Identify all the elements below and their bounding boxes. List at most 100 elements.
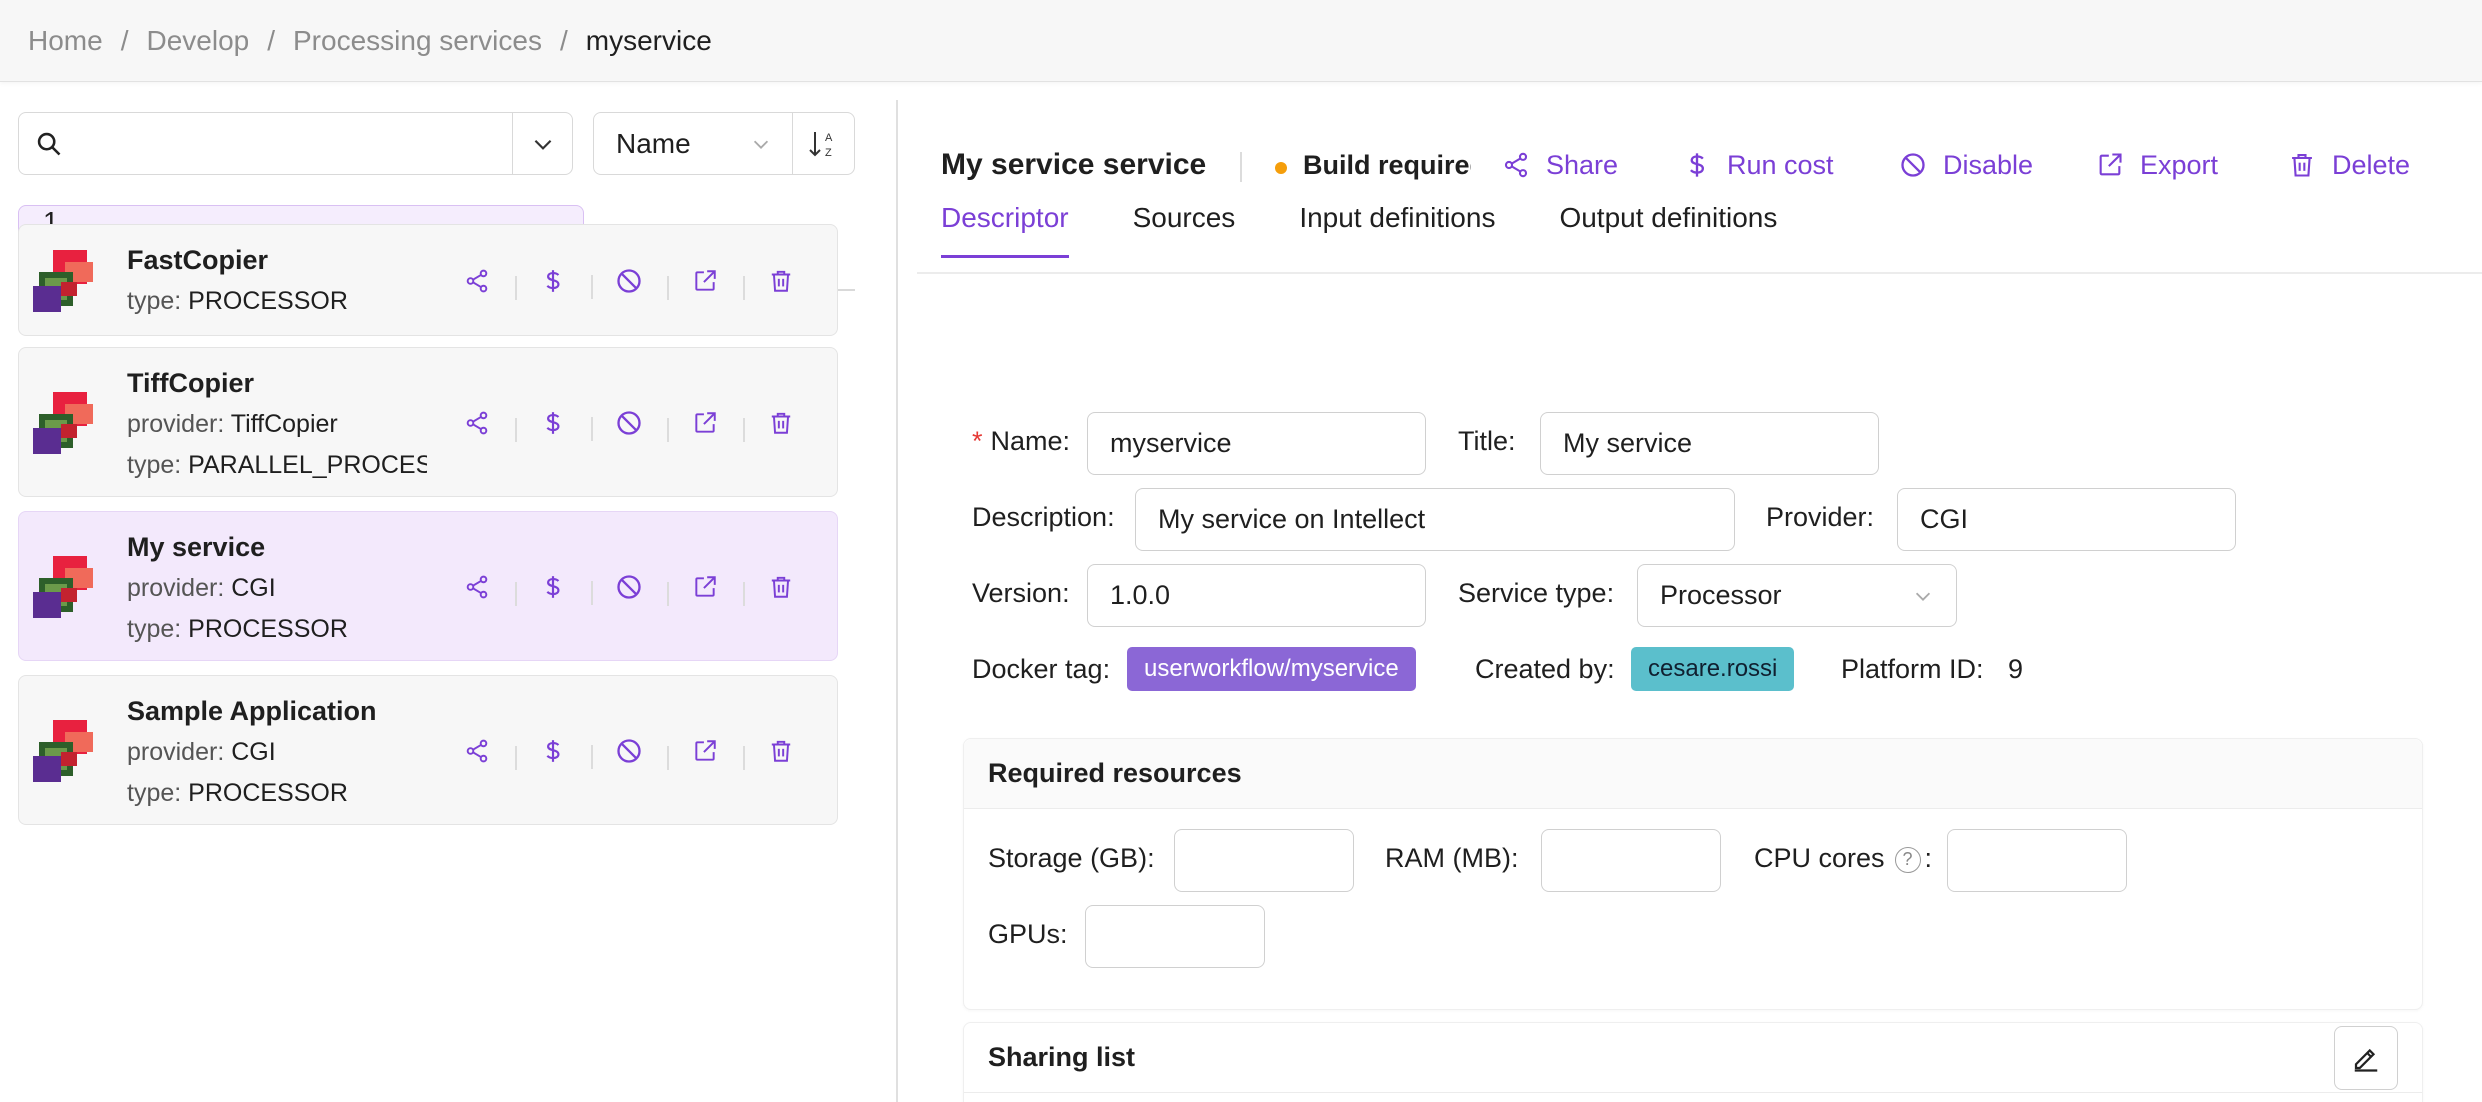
edit-sharing-button[interactable] bbox=[2334, 1026, 2398, 1090]
export-icon bbox=[695, 270, 716, 291]
item-run-cost-button[interactable] bbox=[515, 268, 591, 300]
run-cost-button[interactable]: Run cost bbox=[1683, 144, 1834, 186]
list-item[interactable]: Sample Application provider: CGI type: PRO… bbox=[18, 675, 838, 825]
breadcrumb-processing-services[interactable]: Processing services bbox=[293, 25, 542, 57]
delete-button[interactable]: Delete bbox=[2288, 144, 2410, 186]
run-cost-button-label: Run cost bbox=[1727, 149, 1834, 180]
item-actions bbox=[439, 403, 819, 443]
trash-icon bbox=[771, 576, 791, 598]
disable-icon bbox=[1901, 153, 1925, 177]
item-actions bbox=[439, 731, 819, 771]
storage-label: Storage (GB): bbox=[988, 843, 1155, 873]
ram-label: RAM (MB): bbox=[1385, 843, 1519, 873]
service-meta: type: PARALLEL_PROCESSOR bbox=[127, 451, 427, 479]
panel-resize-handle[interactable] bbox=[896, 100, 898, 1102]
service-meta: provider: TiffCopier bbox=[127, 410, 338, 438]
item-run-cost-button[interactable] bbox=[515, 410, 591, 442]
list-item[interactable]: My service provider: CGI type: PROCESSOR bbox=[18, 511, 838, 661]
breadcrumb-develop[interactable]: Develop bbox=[146, 25, 249, 57]
item-share-button[interactable] bbox=[439, 268, 515, 294]
service-meta: type: PROCESSOR bbox=[127, 287, 348, 315]
tab-descriptor[interactable]: Descriptor bbox=[941, 202, 1069, 258]
name-field[interactable]: myservice bbox=[1087, 412, 1426, 475]
dollar-icon bbox=[546, 412, 560, 434]
service-thumbnail bbox=[31, 248, 97, 314]
docker-tag-badge: userworkflow/myservice bbox=[1127, 647, 1416, 691]
export-icon bbox=[2099, 153, 2122, 176]
help-icon[interactable]: ? bbox=[1894, 846, 1921, 873]
required-resources-section: Required resources Storage (GB): RAM (MB… bbox=[963, 738, 2423, 1010]
search-icon bbox=[19, 113, 79, 174]
item-share-button[interactable] bbox=[439, 410, 515, 436]
trash-icon bbox=[2292, 154, 2312, 177]
item-delete-button[interactable] bbox=[743, 574, 819, 606]
tab-sources[interactable]: Sources bbox=[1133, 202, 1236, 258]
item-export-button[interactable] bbox=[667, 738, 743, 770]
item-actions bbox=[439, 567, 819, 607]
sort-field-select[interactable]: Name bbox=[593, 112, 793, 175]
provider-field[interactable]: CGI bbox=[1897, 488, 2236, 551]
trash-icon bbox=[771, 270, 791, 292]
share-button-label: Share bbox=[1546, 149, 1619, 180]
item-export-button[interactable] bbox=[667, 268, 743, 300]
disable-button[interactable]: Disable bbox=[1899, 144, 2033, 186]
required-resources-title: Required resources bbox=[964, 739, 2422, 809]
service-thumbnail bbox=[31, 554, 97, 620]
dollar-icon bbox=[546, 740, 560, 762]
gpus-field[interactable] bbox=[1085, 905, 1265, 968]
service-meta: provider: CGI bbox=[127, 738, 276, 766]
item-disable-button[interactable] bbox=[591, 267, 667, 299]
description-field[interactable]: My service on Intellect bbox=[1135, 488, 1735, 551]
trash-icon bbox=[771, 412, 791, 434]
item-export-button[interactable] bbox=[667, 410, 743, 442]
export-button[interactable]: Export bbox=[2096, 144, 2218, 186]
sort-az-icon: AZ bbox=[808, 131, 833, 159]
service-thumbnail bbox=[31, 718, 97, 784]
name-label: * Name: bbox=[972, 426, 1071, 456]
provider-label: Provider: bbox=[1766, 502, 1875, 532]
service-type-select[interactable]: Processor bbox=[1637, 564, 1957, 627]
item-share-button[interactable] bbox=[439, 738, 515, 764]
list-item[interactable]: FastCopier type: PROCESSOR bbox=[18, 224, 838, 336]
service-meta: provider: CGI bbox=[127, 574, 276, 602]
service-name: TiffCopier bbox=[127, 368, 254, 398]
search-input[interactable] bbox=[79, 113, 512, 174]
search-filter-dropdown[interactable] bbox=[512, 113, 572, 174]
item-disable-button[interactable] bbox=[591, 737, 667, 769]
item-share-button[interactable] bbox=[439, 574, 515, 600]
title-label: Title: bbox=[1458, 426, 1516, 456]
list-item[interactable]: TiffCopier provider: TiffCopier type: PARA… bbox=[18, 347, 838, 497]
service-name: FastCopier bbox=[127, 245, 269, 275]
item-actions bbox=[439, 261, 819, 301]
breadcrumb-separator: / bbox=[559, 24, 568, 56]
sort-direction-button[interactable]: AZ bbox=[792, 112, 855, 175]
service-meta: type: PROCESSOR bbox=[127, 615, 348, 643]
chevron-down-icon bbox=[1915, 592, 1931, 601]
version-field[interactable]: 1.0.0 bbox=[1087, 564, 1426, 627]
ram-field[interactable] bbox=[1541, 829, 1721, 892]
share-icon bbox=[466, 269, 488, 293]
item-disable-button[interactable] bbox=[591, 573, 667, 605]
share-button[interactable]: Share bbox=[1502, 144, 1618, 186]
item-run-cost-button[interactable] bbox=[515, 738, 591, 770]
breadcrumb-separator: / bbox=[120, 24, 129, 56]
service-name: My service bbox=[127, 532, 266, 562]
breadcrumb-home[interactable]: Home bbox=[28, 25, 103, 57]
item-delete-button[interactable] bbox=[743, 410, 819, 442]
item-delete-button[interactable] bbox=[743, 268, 819, 300]
item-disable-button[interactable] bbox=[591, 409, 667, 441]
title-field[interactable]: My service bbox=[1540, 412, 1879, 475]
divider bbox=[917, 272, 2482, 274]
breadcrumb: Home / Develop / Processing services / m… bbox=[0, 0, 2482, 82]
sharing-list-section: Sharing list bbox=[963, 1022, 2423, 1102]
item-export-button[interactable] bbox=[667, 574, 743, 606]
disable-icon bbox=[617, 269, 641, 293]
item-delete-button[interactable] bbox=[743, 738, 819, 770]
cpu-cores-field[interactable] bbox=[1947, 829, 2127, 892]
storage-field[interactable] bbox=[1174, 829, 1354, 892]
edit-icon bbox=[2354, 1048, 2378, 1072]
svg-text:A: A bbox=[825, 132, 833, 144]
tab-input-definitions[interactable]: Input definitions bbox=[1299, 202, 1495, 258]
item-run-cost-button[interactable] bbox=[515, 574, 591, 606]
tab-output-definitions[interactable]: Output definitions bbox=[1559, 202, 1777, 258]
